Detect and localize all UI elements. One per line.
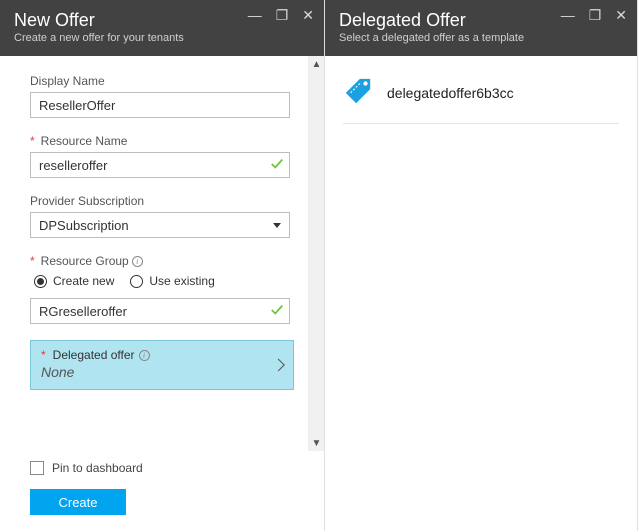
info-icon[interactable]: i (132, 256, 143, 267)
maximize-icon[interactable]: ❐ (276, 8, 289, 22)
form-area: Display Name * Resource Name Pr (0, 56, 308, 451)
resource-name-label: * Resource Name (30, 134, 288, 148)
scrollbar[interactable]: ▲ ▼ (308, 56, 324, 451)
blade-body: delegatedoffer6b3cc (325, 56, 637, 144)
provider-subscription-select[interactable]: DPSubscription (30, 212, 290, 238)
required-asterisk: * (30, 254, 35, 268)
resource-name-field: * Resource Name (30, 134, 288, 178)
resource-name-label-text: Resource Name (41, 134, 128, 148)
close-icon[interactable]: ✕ (615, 8, 627, 22)
radio-create-new[interactable]: Create new (34, 274, 114, 288)
maximize-icon[interactable]: ❐ (589, 8, 602, 22)
blade-subtitle: Create a new offer for your tenants (14, 32, 310, 44)
delegated-offer-label-text: Delegated offer (53, 348, 135, 362)
resource-group-label: * Resource Group i (30, 254, 288, 268)
radio-use-existing[interactable]: Use existing (130, 274, 214, 288)
radio-indicator-selected (34, 275, 47, 288)
delegated-offer-selector[interactable]: * Delegated offer i None (30, 340, 294, 390)
minimize-icon[interactable]: — (561, 8, 575, 22)
required-asterisk: * (30, 134, 35, 148)
blade-subtitle: Select a delegated offer as a template (339, 32, 623, 44)
scroll-down-icon[interactable]: ▼ (309, 435, 325, 451)
blade-header: Delegated Offer Select a delegated offer… (325, 0, 637, 56)
radio-create-new-label: Create new (53, 274, 114, 288)
blade-header: New Offer Create a new offer for your te… (0, 0, 324, 56)
price-tag-icon (343, 76, 373, 109)
check-icon (270, 157, 284, 174)
scroll-up-icon[interactable]: ▲ (309, 56, 325, 72)
provider-subscription-label: Provider Subscription (30, 194, 288, 208)
close-icon[interactable]: ✕ (302, 8, 314, 22)
required-asterisk: * (41, 348, 46, 362)
create-button[interactable]: Create (30, 489, 126, 515)
pin-to-dashboard-row[interactable]: Pin to dashboard (30, 461, 294, 475)
info-icon[interactable]: i (139, 350, 150, 361)
delegated-offer-label: * Delegated offer i (41, 348, 283, 362)
resource-group-input[interactable] (30, 298, 290, 324)
check-icon (270, 303, 284, 320)
delegated-offer-value: None (41, 364, 283, 380)
delegated-offer-name: delegatedoffer6b3cc (387, 85, 514, 101)
header-controls: — ❐ ✕ (561, 8, 627, 22)
provider-subscription-value: DPSubscription (39, 218, 129, 233)
blade-body: Display Name * Resource Name Pr (0, 56, 324, 451)
delegated-offer-blade: Delegated Offer Select a delegated offer… (325, 0, 638, 531)
header-controls: — ❐ ✕ (248, 8, 314, 22)
resource-group-radios: Create new Use existing (34, 274, 288, 288)
resource-group-field: * Resource Group i Create new Use existi… (30, 254, 288, 324)
pin-checkbox[interactable] (30, 461, 44, 475)
display-name-field: Display Name (30, 74, 288, 118)
radio-use-existing-label: Use existing (149, 274, 214, 288)
blade-footer: Pin to dashboard Create (0, 451, 324, 531)
delegated-offer-item[interactable]: delegatedoffer6b3cc (343, 76, 619, 124)
resource-group-label-text: Resource Group (41, 254, 129, 268)
pin-label: Pin to dashboard (52, 461, 143, 475)
radio-indicator (130, 275, 143, 288)
minimize-icon[interactable]: — (248, 8, 262, 22)
resource-name-input[interactable] (30, 152, 290, 178)
display-name-label: Display Name (30, 74, 288, 88)
new-offer-blade: New Offer Create a new offer for your te… (0, 0, 325, 531)
display-name-input[interactable] (30, 92, 290, 118)
provider-subscription-field: Provider Subscription DPSubscription (30, 194, 288, 238)
